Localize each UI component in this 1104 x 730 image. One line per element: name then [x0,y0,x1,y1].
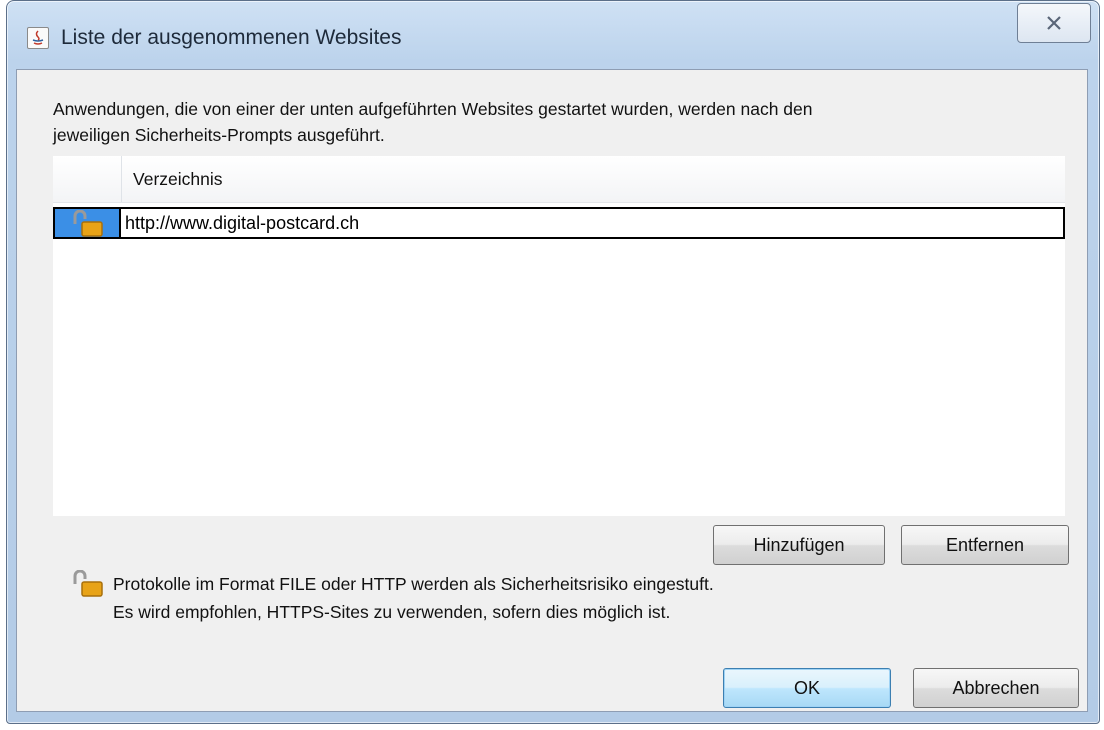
unlocked-padlock-icon [73,570,103,597]
dialog-window: Liste der ausgenommenen Websites Anwendu… [6,0,1100,724]
close-icon [1047,16,1061,30]
window-title: Liste der ausgenommenen Websites [61,26,402,49]
row-url-cell[interactable]: http://www.digital-postcard.ch [119,207,1065,239]
security-note: Protokolle im Format FILE oder HTTP werd… [113,570,714,626]
java-app-icon [27,27,49,49]
description-text: Anwendungen, die von einer der unten auf… [53,96,1053,148]
security-note-line-2: Es wird empfohlen, HTTPS-Sites zu verwen… [113,602,671,622]
cancel-button[interactable]: Abbrechen [913,668,1079,708]
column-separator [121,156,122,202]
security-note-line-1: Protokolle im Format FILE oder HTTP werd… [113,574,714,594]
description-line-2: jeweiligen Sicherheits-Prompts ausgeführ… [53,125,385,145]
table-header: Verzeichnis [53,156,1065,203]
add-button[interactable]: Hinzufügen [713,525,885,565]
title-bar[interactable]: Liste der ausgenommenen Websites [7,1,1099,69]
column-header-directory[interactable]: Verzeichnis [133,169,223,190]
ok-button[interactable]: OK [723,668,891,708]
dialog-content: Anwendungen, die von einer der unten auf… [16,69,1088,712]
table-row[interactable]: http://www.digital-postcard.ch [53,207,1065,239]
site-url: http://www.digital-postcard.ch [125,213,360,233]
row-icon-cell[interactable] [53,207,121,239]
exception-site-table[interactable]: Verzeichnis http://www.digital-postcard.… [53,156,1065,516]
remove-button[interactable]: Entfernen [901,525,1069,565]
unlocked-padlock-icon [73,210,103,237]
close-button[interactable] [1017,3,1091,43]
description-line-1: Anwendungen, die von einer der unten auf… [53,99,813,119]
